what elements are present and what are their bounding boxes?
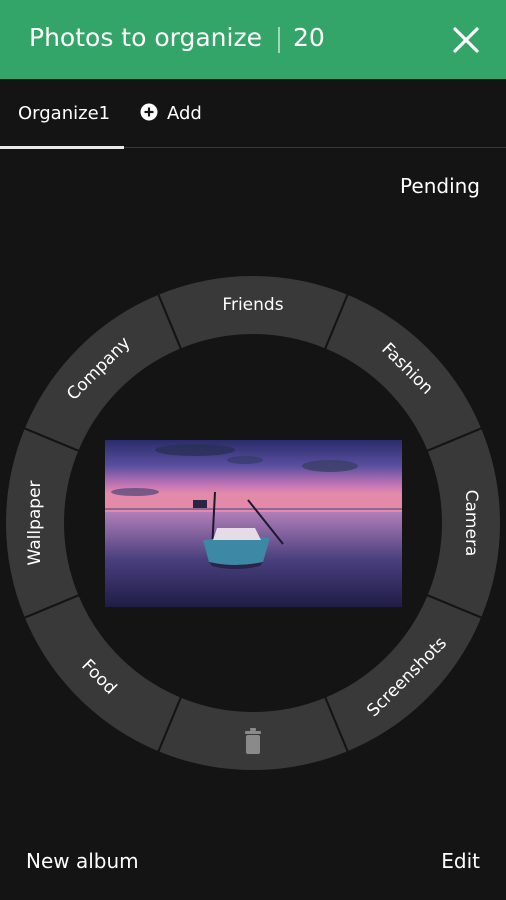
pending-button[interactable]: Pending — [400, 174, 480, 198]
trash-icon — [245, 728, 261, 754]
album-segment-screenshots[interactable]: Screenshots — [323, 593, 484, 754]
new-album-button[interactable]: New album — [26, 849, 139, 873]
header-title: Photos to organize — [29, 23, 262, 52]
album-segment-label: Wallpaper — [25, 480, 45, 565]
tab-organize1-label: Organize1 — [18, 103, 111, 124]
tab-organize1[interactable]: Organize1 — [0, 79, 124, 149]
tab-bar: Organize1 Add — [0, 79, 506, 149]
album-segment-fashion[interactable]: Fashion — [323, 292, 484, 453]
album-segment-company[interactable]: Company — [22, 292, 183, 453]
photo-preview[interactable] — [105, 440, 402, 607]
close-button[interactable] — [446, 20, 486, 60]
album-segment-camera[interactable]: Camera — [425, 426, 502, 620]
photo-count: 20 — [293, 23, 325, 52]
album-segment-food[interactable]: Food — [22, 593, 183, 754]
album-segment-wallpaper[interactable]: Wallpaper — [4, 426, 81, 620]
album-segment-label: Friends — [222, 295, 283, 315]
album-segment-trash[interactable] — [156, 695, 350, 772]
tab-add-label: Add — [167, 103, 202, 124]
app-header: Photos to organize 20 — [0, 0, 506, 79]
photo-image — [105, 440, 402, 607]
album-segment-friends[interactable]: Friends — [156, 274, 350, 351]
edit-button[interactable]: Edit — [441, 849, 480, 873]
add-circle-icon — [140, 103, 158, 121]
active-tab-indicator — [0, 146, 124, 149]
tab-add[interactable]: Add — [138, 79, 218, 148]
header-divider — [278, 27, 280, 53]
album-segment-label: Camera — [461, 490, 481, 557]
close-icon — [453, 27, 479, 53]
